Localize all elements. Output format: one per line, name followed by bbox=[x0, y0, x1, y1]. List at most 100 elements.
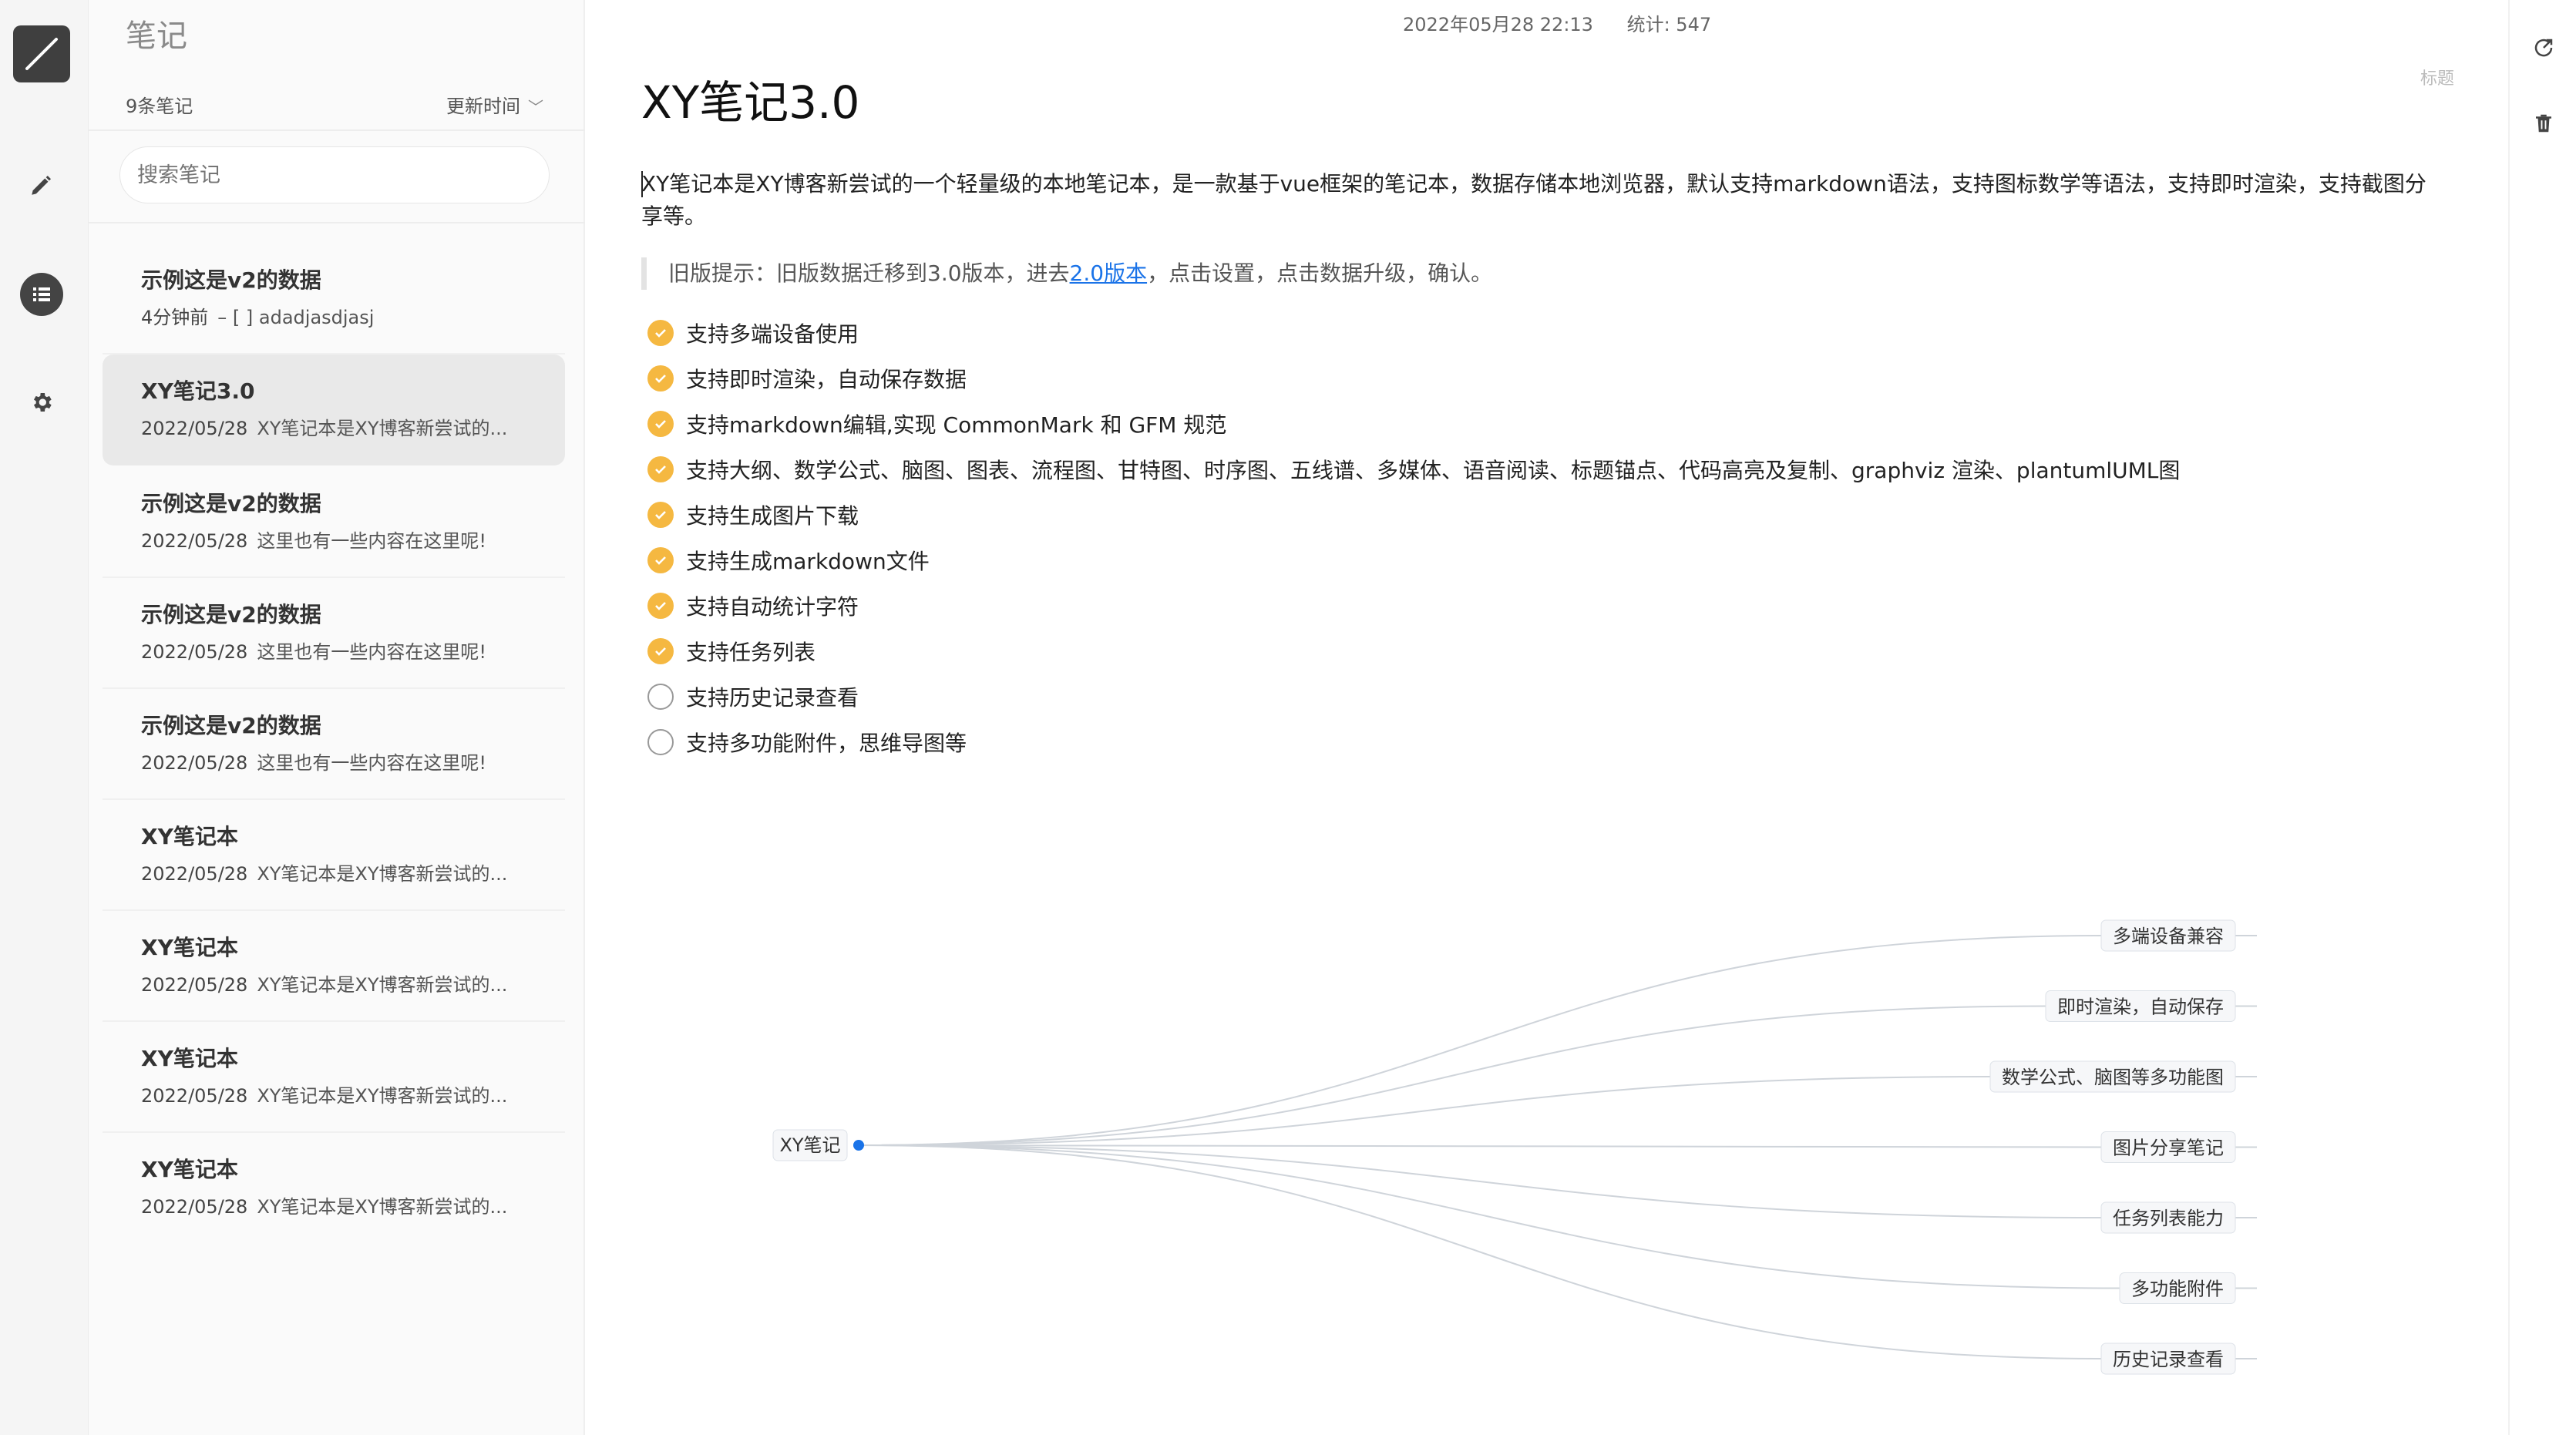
checkbox-checked[interactable] bbox=[647, 546, 674, 573]
checkbox-checked[interactable] bbox=[647, 455, 674, 482]
note-list-panel: 笔记 9条笔记 更新时间 ﹀ 示例这是v2的数据 4分钟前 – [ ] adadjas… bbox=[89, 0, 585, 1435]
sort-label: 更新时间 bbox=[446, 96, 520, 117]
mind-node-label: 多端设备兼容 bbox=[2113, 926, 2224, 947]
item-title: 示例这是v2的数据 bbox=[141, 491, 321, 516]
chevron-down-icon: ﹀ bbox=[528, 98, 543, 116]
mind-node-label: 数学公式、脑图等多功能图 bbox=[2002, 1067, 2224, 1088]
item-date: 2022/05/28 bbox=[141, 418, 248, 439]
task-text: 支持markdown编辑,实现 CommonMark 和 GFM 规范 bbox=[686, 412, 1227, 438]
list-item[interactable]: 示例这是v2的数据 2022/05/28 这里也有一些内容在这里呢! bbox=[103, 689, 565, 800]
blockquote: 旧版提示：旧版数据迁移到3.0版本，进去2.0版本，点击设置，点击数据升级，确认… bbox=[641, 257, 1492, 290]
task-item: 支持自动统计字符 bbox=[647, 583, 2180, 628]
list-item[interactable]: XY笔记本 2022/05/28 XY笔记本是XY博客新尝试的... bbox=[103, 1022, 565, 1133]
mind-root[interactable]: XY笔记 bbox=[772, 1129, 864, 1161]
task-list: 支持多端设备使用 支持即时渲染，自动保存数据 支持markdown编辑,实现 C… bbox=[647, 310, 2180, 765]
item-title: XY笔记本 bbox=[141, 935, 238, 960]
item-title: XY笔记本 bbox=[141, 1157, 238, 1182]
status-bar: 2022年05月28 22:13 统计: 547 bbox=[1403, 9, 1739, 36]
task-text: 支持自动统计字符 bbox=[686, 593, 859, 620]
editor-area[interactable]: 2022年05月28 22:13 统计: 547 XY笔记3.0 标题 XY笔记… bbox=[586, 0, 2508, 1435]
list-item[interactable]: XY笔记本 2022/05/28 XY笔记本是XY博客新尝试的... bbox=[103, 800, 565, 911]
list-item[interactable]: XY笔记本 2022/05/28 XY笔记本是XY博客新尝试的... bbox=[103, 1133, 565, 1244]
list-icon[interactable] bbox=[18, 271, 65, 318]
item-preview: XY笔记本是XY博客新尝试的... bbox=[257, 418, 508, 439]
checkbox-unchecked[interactable] bbox=[647, 683, 674, 710]
task-text: 支持即时渲染，自动保存数据 bbox=[686, 366, 967, 392]
mind-node-label: 历史记录查看 bbox=[2113, 1349, 2224, 1370]
mind-node-label: 图片分享笔记 bbox=[2113, 1138, 2224, 1159]
task-item: 支持生成markdown文件 bbox=[647, 537, 2180, 583]
mind-edge bbox=[858, 1144, 2120, 1289]
mind-node-label: 多功能附件 bbox=[2131, 1279, 2224, 1300]
pen-logo-icon[interactable] bbox=[13, 25, 70, 82]
mind-node[interactable]: 多功能附件 bbox=[2119, 1272, 2236, 1304]
checkbox-checked[interactable] bbox=[647, 592, 674, 619]
checkbox-checked[interactable] bbox=[647, 410, 674, 437]
version-link[interactable]: 2.0版本 bbox=[1070, 260, 1148, 286]
task-text: 支持多端设备使用 bbox=[686, 321, 859, 347]
item-preview: XY笔记本是XY博客新尝试的... bbox=[257, 1085, 508, 1107]
mind-node[interactable]: 历史记录查看 bbox=[2100, 1343, 2236, 1375]
mind-edge bbox=[858, 1144, 2102, 1359]
item-title: XY笔记本 bbox=[141, 1046, 238, 1071]
list-item[interactable]: 示例这是v2的数据 2022/05/28 这里也有一些内容在这里呢! bbox=[103, 578, 565, 689]
task-item: 支持多功能附件，思维导图等 bbox=[647, 719, 2180, 765]
list-item[interactable]: 示例这是v2的数据 4分钟前 – [ ] adadjasdjasj bbox=[103, 244, 565, 355]
gear-icon[interactable] bbox=[18, 379, 65, 425]
list-item[interactable]: 示例这是v2的数据 2022/05/28 这里也有一些内容在这里呢! bbox=[103, 467, 565, 578]
item-preview: XY笔记本是XY博客新尝试的... bbox=[257, 974, 508, 996]
item-title: XY笔记3.0 bbox=[141, 378, 255, 404]
mind-node-label: 即时渲染，自动保存 bbox=[2057, 996, 2224, 1018]
item-date: 2022/05/28 bbox=[141, 1085, 248, 1107]
mind-node[interactable]: 即时渲染，自动保存 bbox=[2045, 990, 2236, 1022]
share-icon[interactable] bbox=[2527, 31, 2561, 65]
task-item: 支持生成图片下载 bbox=[647, 492, 2180, 537]
item-date: 2022/05/28 bbox=[141, 1196, 248, 1218]
checkbox-unchecked[interactable] bbox=[647, 728, 674, 755]
sort-dropdown[interactable]: 更新时间 ﹀ bbox=[446, 91, 543, 118]
task-text: 支持任务列表 bbox=[686, 639, 816, 665]
mind-node-label: 任务列表能力 bbox=[2113, 1208, 2224, 1229]
list-item[interactable]: XY笔记本 2022/05/28 XY笔记本是XY博客新尝试的... bbox=[103, 911, 565, 1022]
panel-title: 笔记 bbox=[126, 18, 187, 54]
checkbox-checked[interactable] bbox=[647, 501, 674, 528]
item-title: 示例这是v2的数据 bbox=[141, 602, 321, 627]
mind-node[interactable]: 图片分享笔记 bbox=[2100, 1131, 2236, 1163]
item-title: XY笔记本 bbox=[141, 824, 238, 849]
mind-node[interactable]: 多端设备兼容 bbox=[2100, 919, 2236, 952]
mind-root-dot bbox=[853, 1140, 864, 1151]
checkbox-checked[interactable] bbox=[647, 365, 674, 392]
task-item: 支持历史记录查看 bbox=[647, 674, 2180, 719]
task-text: 支持生成图片下载 bbox=[686, 502, 859, 529]
item-preview: 这里也有一些内容在这里呢! bbox=[257, 641, 486, 663]
item-date: 2022/05/28 bbox=[141, 974, 248, 996]
timestamp: 2022年05月28 22:13 bbox=[1403, 14, 1593, 35]
search-input[interactable] bbox=[119, 146, 550, 203]
item-title: 示例这是v2的数据 bbox=[141, 267, 321, 293]
trash-icon[interactable] bbox=[2527, 106, 2561, 140]
mind-edge bbox=[858, 1144, 2102, 1148]
mind-map[interactable]: XY笔记 多端设备兼容即时渲染，自动保存数学公式、脑图等多功能图图片分享笔记任务… bbox=[755, 894, 2297, 1403]
item-date: 4分钟前 bbox=[141, 307, 209, 328]
item-date: 2022/05/28 bbox=[141, 641, 248, 663]
item-preview: – [ ] adadjasdjasj bbox=[217, 307, 375, 328]
checkbox-checked[interactable] bbox=[647, 637, 674, 664]
task-text: 支持历史记录查看 bbox=[686, 684, 859, 711]
note-list: 示例这是v2的数据 4分钟前 – [ ] adadjasdjasj XY笔记3.0 2… bbox=[103, 244, 565, 1244]
task-item: 支持大纲、数学公式、脑图、图表、流程图、甘特图、时序图、五线谱、多媒体、语音阅读… bbox=[647, 446, 2180, 492]
mind-edge bbox=[858, 935, 2102, 1146]
note-count: 9条笔记 bbox=[126, 96, 193, 117]
document-title[interactable]: XY笔记3.0 bbox=[641, 66, 859, 131]
intro-paragraph[interactable]: XY笔记本是XY博客新尝试的一个轻量级的本地笔记本，是一款基于vue框架的笔记本… bbox=[641, 168, 2430, 233]
item-date: 2022/05/28 bbox=[141, 863, 248, 885]
pencil-icon[interactable] bbox=[18, 162, 65, 208]
checkbox-checked[interactable] bbox=[647, 319, 674, 346]
item-date: 2022/05/28 bbox=[141, 530, 248, 552]
title-hint: 标题 bbox=[2420, 69, 2454, 89]
task-text: 支持生成markdown文件 bbox=[686, 548, 930, 574]
task-item: 支持markdown编辑,实现 CommonMark 和 GFM 规范 bbox=[647, 401, 2180, 446]
mind-node[interactable]: 任务列表能力 bbox=[2100, 1201, 2236, 1234]
mind-node[interactable]: 数学公式、脑图等多功能图 bbox=[1989, 1060, 2236, 1093]
char-stats: 统计: 547 bbox=[1626, 14, 1712, 35]
list-item-active[interactable]: XY笔记3.0 2022/05/28 XY笔记本是XY博客新尝试的... bbox=[103, 355, 565, 465]
